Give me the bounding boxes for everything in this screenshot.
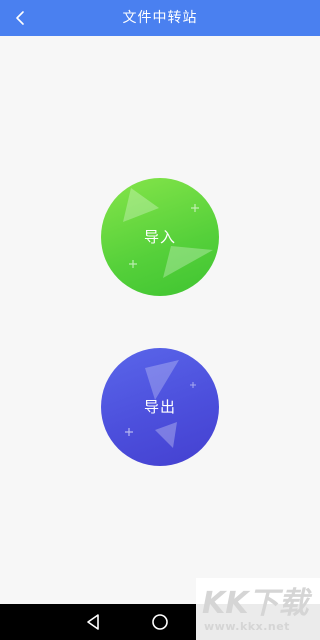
watermark: KK下载 www.kkx.net xyxy=(196,578,320,640)
circle-home-icon[interactable] xyxy=(150,612,170,632)
export-button[interactable]: 导出 xyxy=(101,348,219,466)
app-bar: 文件中转站 xyxy=(0,0,320,36)
watermark-url: www.kkx.net xyxy=(204,620,290,633)
watermark-main: KK下载 xyxy=(202,586,309,621)
import-button[interactable]: 导入 xyxy=(101,178,219,296)
export-label: 导出 xyxy=(143,398,176,416)
page-title: 文件中转站 xyxy=(122,10,198,26)
import-label: 导入 xyxy=(143,228,176,246)
triangle-back-icon[interactable] xyxy=(84,612,104,632)
